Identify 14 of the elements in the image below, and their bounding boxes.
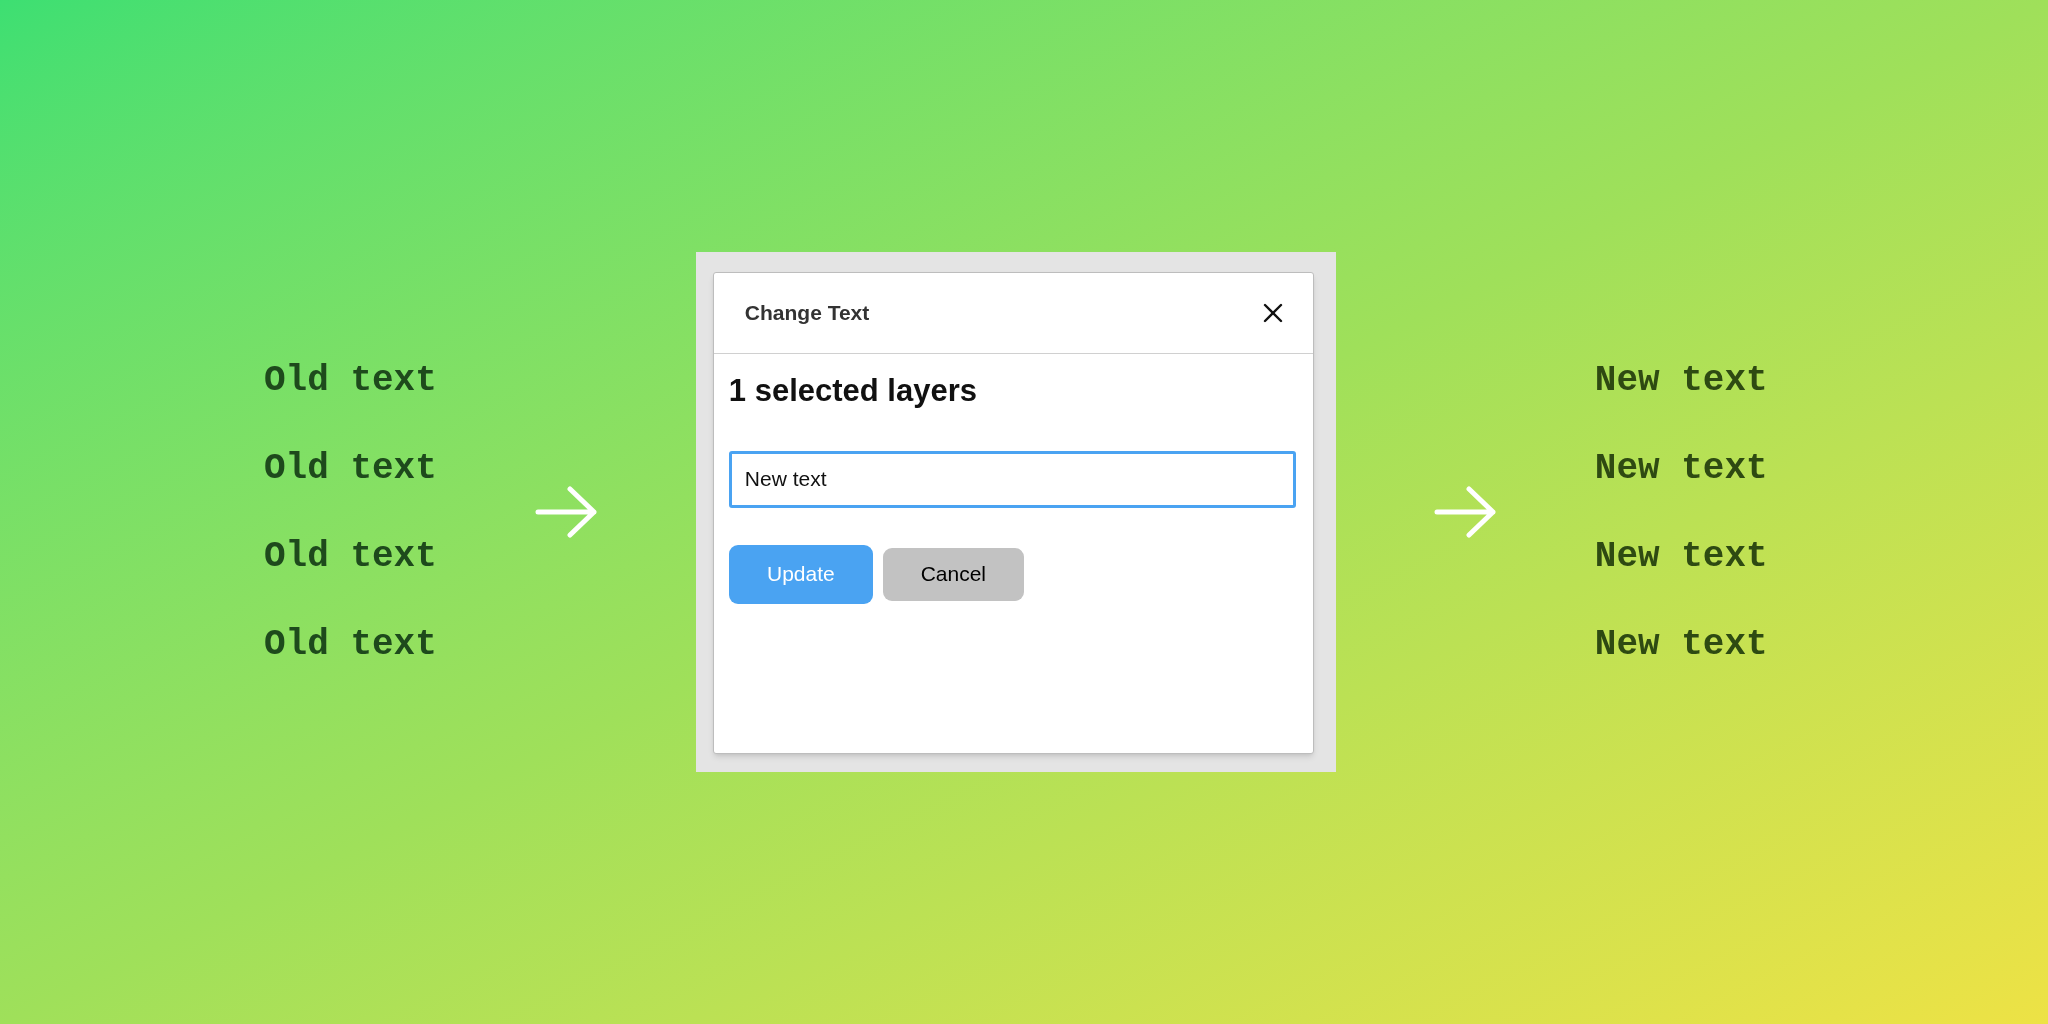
sample-text: New text bbox=[1594, 446, 1768, 490]
sample-text: Old text bbox=[264, 446, 437, 490]
sample-text: New text bbox=[1594, 622, 1768, 666]
sample-text: Old text bbox=[264, 534, 437, 578]
selection-heading: 1 selected layers bbox=[728, 372, 978, 410]
sample-text: New text bbox=[1594, 534, 1768, 578]
sample-text: Old text bbox=[264, 622, 437, 666]
cancel-button[interactable]: Cancel bbox=[882, 547, 1024, 601]
text-input[interactable]: New text bbox=[728, 450, 1296, 508]
arrow-icon bbox=[534, 486, 598, 538]
arrow-icon bbox=[1433, 486, 1497, 538]
dialog-title: Change Text bbox=[744, 300, 870, 327]
sample-text: New text bbox=[1594, 358, 1768, 402]
sample-text: Old text bbox=[264, 358, 437, 402]
